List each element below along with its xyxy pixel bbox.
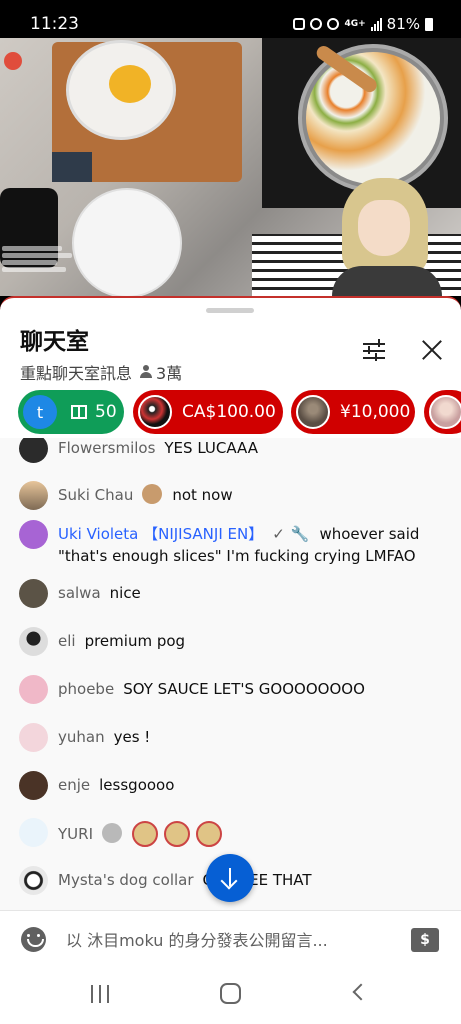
avatar[interactable]	[19, 520, 48, 549]
stream-logo-icon	[4, 52, 22, 70]
live-chat-panel: 聊天室 重點聊天室訊息 3萬 t 50 CA$100.00 ¥10,000 Fl…	[0, 296, 461, 1024]
avatar[interactable]	[19, 675, 48, 704]
emote-icon	[196, 821, 222, 847]
avatar[interactable]	[19, 771, 48, 800]
chat-message[interactable]: yuhan yes !	[19, 723, 449, 752]
alarm-icon	[310, 18, 323, 30]
back-icon[interactable]	[352, 983, 370, 1001]
message-author[interactable]: Flowersmilos	[58, 439, 155, 457]
verified-check-icon: ✓	[272, 525, 285, 543]
battery-level: 81%	[386, 15, 420, 33]
ticker-value: ¥10,000	[340, 402, 411, 422]
signal-icon	[370, 17, 382, 31]
ticker-avatar	[429, 395, 461, 429]
message-author[interactable]: eli	[58, 632, 76, 650]
message-text: not now	[172, 486, 233, 504]
arrow-down-icon[interactable]	[206, 854, 254, 902]
message-author[interactable]: YURI	[58, 825, 93, 843]
screenshot-icon	[293, 18, 306, 30]
chat-message[interactable]: YURI	[19, 818, 449, 847]
battery-icon	[425, 17, 433, 31]
message-author[interactable]: yuhan	[58, 728, 105, 746]
message-author[interactable]: enje	[58, 776, 90, 794]
chat-message[interactable]: salwa nice	[19, 579, 449, 608]
ticker-value: 50	[95, 402, 117, 422]
chat-mode-label: 重點聊天室訊息	[20, 364, 133, 383]
egg-bowl	[66, 40, 176, 140]
mute-icon	[327, 18, 340, 30]
ticker-membership[interactable]: t 50	[18, 390, 124, 434]
recents-icon[interactable]	[91, 985, 111, 1003]
super-chat-icon[interactable]: $	[411, 928, 439, 952]
chat-mode-selector[interactable]: 重點聊天室訊息 3萬	[20, 360, 182, 384]
ticker-avatar	[296, 395, 330, 429]
chat-message[interactable]: Uki Violeta 【NIJISANJI EN】 ✓ 🔧 whoever said…	[19, 520, 449, 567]
viewer-count: 3萬	[156, 364, 183, 383]
tune-icon[interactable]	[360, 336, 390, 366]
moderator-wrench-icon: 🔧	[290, 525, 310, 543]
close-icon[interactable]	[418, 336, 448, 366]
ticker-superchat[interactable]: ¥10,000	[291, 390, 415, 434]
emote-icon	[132, 821, 158, 847]
message-author[interactable]: Uki Violeta 【NIJISANJI EN】	[58, 525, 263, 543]
avatar[interactable]	[19, 627, 48, 656]
ticker-superchat[interactable]	[424, 390, 461, 434]
message-author[interactable]: Suki Chau	[58, 486, 133, 504]
super-chat-ticker: t 50 CA$100.00 ¥10,000	[0, 390, 461, 436]
video-player[interactable]	[0, 38, 461, 296]
message-text: premium pog	[84, 632, 186, 650]
message-text: yes !	[113, 728, 151, 746]
chat-title: 聊天室	[20, 329, 89, 355]
avatar[interactable]	[19, 818, 48, 847]
ticker-superchat[interactable]: CA$100.00	[133, 390, 283, 434]
status-bar: 11:23 4G+ 81%	[0, 0, 461, 38]
ticker-avatar: t	[23, 395, 57, 429]
chat-message[interactable]: phoebe SOY SAUCE LET'S GOOOOOOOO	[19, 675, 449, 704]
drag-handle[interactable]	[206, 308, 254, 313]
status-icons: 4G+ 81%	[293, 14, 433, 34]
chat-message[interactable]: Suki Chau not now	[19, 481, 449, 510]
system-nav-bar	[0, 968, 461, 1024]
chat-message[interactable]: Flowersmilos YES LUCAAA	[19, 438, 449, 463]
member-badge-icon	[142, 484, 163, 504]
message-text: nice	[109, 584, 141, 602]
chat-composer: $	[0, 910, 461, 968]
avatar[interactable]	[19, 579, 48, 608]
stream-chat-overlay	[2, 246, 72, 274]
avatar[interactable]	[19, 438, 48, 463]
fried-rice	[306, 52, 440, 184]
ticker-avatar	[138, 395, 172, 429]
message-text: SOY SAUCE LET'S GOOOOOOOO	[123, 680, 365, 698]
member-badge-icon	[102, 823, 122, 843]
message-author[interactable]: Mysta's dog collar	[58, 871, 194, 889]
home-icon[interactable]	[220, 983, 241, 1004]
avatar[interactable]	[19, 481, 48, 510]
gift-icon	[71, 405, 87, 419]
message-text: lessgoooo	[99, 776, 175, 794]
vtuber-avatar	[332, 178, 442, 296]
chat-input[interactable]	[66, 927, 386, 953]
message-author[interactable]: salwa	[58, 584, 101, 602]
avatar[interactable]	[19, 866, 48, 895]
emoji-icon[interactable]	[21, 927, 46, 952]
status-time: 11:23	[30, 14, 79, 34]
chat-message[interactable]: enje lessgoooo	[19, 771, 449, 800]
plate	[72, 188, 182, 296]
ticker-value: CA$100.00	[182, 402, 276, 422]
network-type: 4G+	[344, 18, 366, 29]
chat-messages[interactable]: Flowersmilos YES LUCAAA Suki Chau not now …	[0, 438, 461, 910]
person-icon	[140, 365, 153, 379]
chat-message[interactable]: eli premium pog	[19, 627, 449, 656]
avatar[interactable]	[19, 723, 48, 752]
emote-icon	[164, 821, 190, 847]
message-text: YES LUCAAA	[164, 439, 259, 457]
message-author[interactable]: phoebe	[58, 680, 114, 698]
